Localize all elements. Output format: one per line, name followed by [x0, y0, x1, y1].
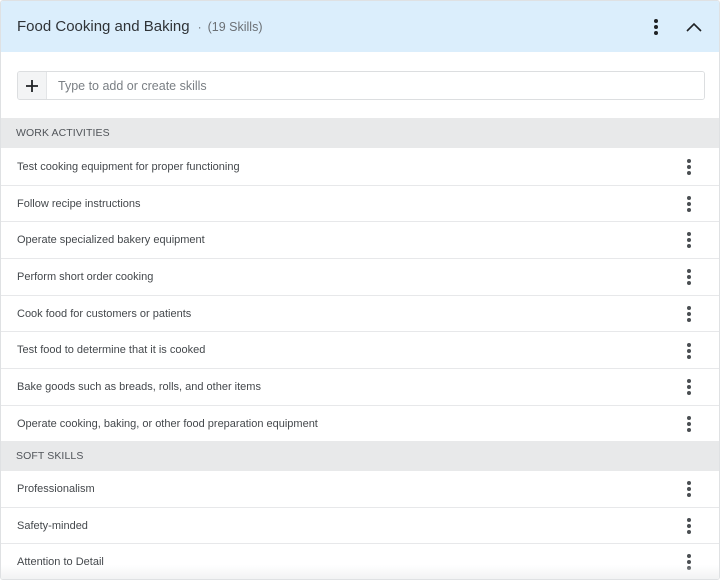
skill-label: Perform short order cooking [17, 270, 154, 283]
skill-label: Follow recipe instructions [17, 197, 141, 210]
skill-row[interactable]: Safety-minded [1, 507, 719, 545]
skill-row[interactable]: Operate cooking, baking, or other food p… [1, 405, 719, 443]
kebab-vertical-icon [687, 305, 691, 310]
add-skill-button[interactable] [18, 72, 47, 99]
skill-menu-button[interactable] [679, 229, 699, 251]
kebab-vertical-icon [687, 342, 691, 347]
section-header-soft-skills: SOFT SKILLS [1, 441, 719, 471]
skill-menu-button[interactable] [679, 266, 699, 288]
skill-row[interactable]: Test cooking equipment for proper functi… [1, 149, 719, 186]
kebab-vertical-icon [687, 415, 691, 420]
skill-row[interactable]: Bake goods such as breads, rolls, and ot… [1, 369, 719, 406]
section-header-work-activities: WORK ACTIVITIES [1, 118, 719, 148]
skill-menu-button[interactable] [679, 156, 699, 178]
kebab-vertical-icon [687, 554, 691, 559]
chevron-up-icon [686, 22, 702, 32]
skill-label: Test cooking equipment for proper functi… [17, 160, 240, 173]
skill-label: Cook food for customers or patients [17, 307, 192, 320]
skill-menu-button[interactable] [679, 193, 699, 215]
skill-count: (19 Skills) [207, 19, 263, 34]
skill-label: Operate cooking, baking, or other food p… [17, 418, 318, 431]
skill-row[interactable]: Cook food for customers or patients [1, 295, 719, 333]
skill-row[interactable]: Test food to determine that it is cooked [1, 332, 719, 370]
skill-menu-button[interactable] [679, 551, 699, 573]
skill-label: Safety-minded [17, 519, 88, 532]
kebab-vertical-icon [687, 517, 691, 522]
section-title: SOFT SKILLS [16, 450, 84, 462]
collapse-button[interactable] [684, 17, 704, 37]
plus-icon [26, 79, 38, 92]
kebab-vertical-icon [687, 379, 691, 384]
skill-label: Attention to Detail [17, 556, 104, 569]
skill-menu-button[interactable] [679, 515, 699, 537]
section-title: WORK ACTIVITIES [16, 127, 110, 139]
skill-group-header[interactable]: Food Cooking and Baking · (19 Skills) [1, 1, 719, 52]
add-skill-field [17, 71, 705, 100]
skill-label: Professionalism [17, 482, 95, 495]
skill-group-panel: Food Cooking and Baking · (19 Skills) Ty… [0, 0, 720, 580]
kebab-vertical-icon [687, 195, 691, 200]
kebab-vertical-icon [687, 269, 691, 274]
kebab-vertical-icon [687, 232, 691, 237]
skill-menu-button[interactable] [679, 478, 699, 500]
skill-label: Operate specialized bakery equipment [17, 234, 205, 247]
skill-menu-button[interactable] [679, 303, 699, 325]
skill-row[interactable]: Follow recipe instructions [1, 185, 719, 223]
add-skill-input[interactable] [47, 72, 704, 99]
group-menu-button[interactable] [646, 16, 666, 38]
skill-label: Bake goods such as breads, rolls, and ot… [17, 381, 261, 394]
add-skill-area [1, 52, 719, 118]
skill-menu-button[interactable] [679, 340, 699, 362]
kebab-vertical-icon [687, 481, 691, 485]
skill-label: Test food to determine that it is cooked [17, 344, 206, 357]
skill-row[interactable]: Perform short order cooking [1, 259, 719, 296]
skill-row[interactable]: Professionalism [1, 471, 719, 508]
skill-group-title: Food Cooking and Baking [17, 18, 190, 35]
kebab-vertical-icon [687, 159, 691, 163]
skill-menu-button[interactable] [679, 413, 699, 435]
skill-row[interactable]: Operate specialized bakery equipment [1, 222, 719, 260]
title-separator: · [197, 19, 202, 34]
skill-row[interactable]: Attention to Detail [1, 544, 719, 579]
skill-menu-button[interactable] [679, 376, 699, 398]
kebab-vertical-icon [654, 19, 658, 23]
